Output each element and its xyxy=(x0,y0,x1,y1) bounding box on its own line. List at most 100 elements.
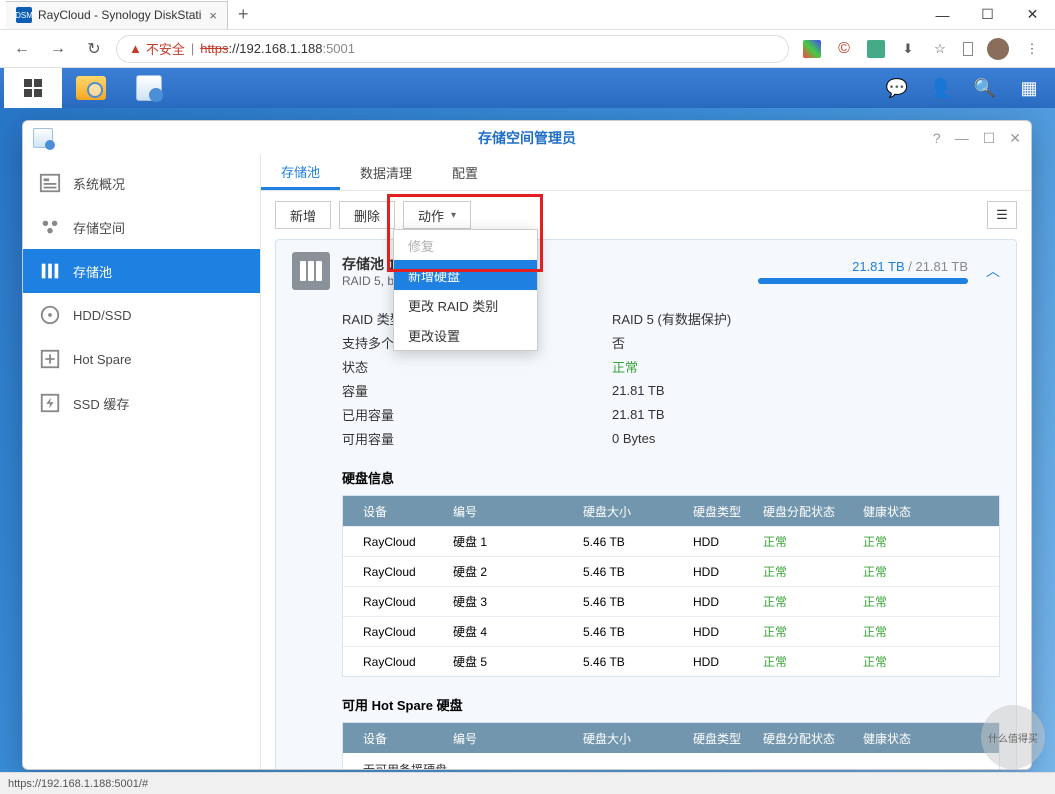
dsm-taskbar: 💬 👤 🔍 ▦ xyxy=(0,68,1055,108)
menu-item-add-disk[interactable]: 新增硬盘 xyxy=(394,260,537,290)
folder-icon xyxy=(76,76,106,100)
url-host: ://192.168.1.188 xyxy=(228,41,322,56)
tabs: 存储池 数据清理 配置 xyxy=(261,155,1031,191)
storage-manager-taskbar-button[interactable] xyxy=(120,68,178,108)
tab-pool[interactable]: 存储池 xyxy=(261,155,340,190)
app-titlebar[interactable]: 存储空间管理员 ? — ☐ ✕ xyxy=(23,121,1031,155)
cell-device: RayCloud xyxy=(343,535,453,549)
chat-icon[interactable]: 💬 xyxy=(875,68,919,108)
extension-icon-3[interactable] xyxy=(867,40,885,58)
info-row: 容量21.81 TB xyxy=(342,378,1000,402)
cell-type: HDD xyxy=(693,655,763,669)
info-value: 正常 xyxy=(612,357,638,376)
app-icon xyxy=(33,128,53,148)
col-header-alloc: 硬盘分配状态 xyxy=(763,730,863,747)
browser-status-bar: https://192.168.1.188:5001/# xyxy=(0,772,1055,794)
col-header-type: 硬盘类型 xyxy=(693,503,763,520)
url-port: :5001 xyxy=(322,41,355,56)
nav-back-button[interactable]: ← xyxy=(8,35,36,63)
pool-icon xyxy=(39,260,61,282)
info-label: 容量 xyxy=(342,381,612,400)
col-header-num: 编号 xyxy=(453,730,583,747)
overview-icon xyxy=(39,172,61,194)
tab-close-icon[interactable]: × xyxy=(209,8,217,23)
menu-icon[interactable]: ⋮ xyxy=(1023,40,1041,58)
table-row[interactable]: RayCloud 硬盘 1 5.46 TB HDD 正常 正常 xyxy=(343,526,999,556)
cell-num: 硬盘 4 xyxy=(453,623,583,640)
cell-num: 硬盘 5 xyxy=(453,653,583,670)
window-maximize-button[interactable]: ☐ xyxy=(965,1,1010,29)
cell-health: 正常 xyxy=(863,533,963,550)
table-row[interactable]: RayCloud 硬盘 4 5.46 TB HDD 正常 正常 xyxy=(343,616,999,646)
table-row[interactable]: RayCloud 硬盘 2 5.46 TB HDD 正常 正常 xyxy=(343,556,999,586)
disk-table: 设备 编号 硬盘大小 硬盘类型 硬盘分配状态 健康状态 RayCloud 硬盘 … xyxy=(342,495,1000,677)
menu-item-repair[interactable]: 修复 xyxy=(394,230,537,260)
profile-avatar-icon[interactable] xyxy=(987,38,1009,60)
sidebar-item-overview[interactable]: 系统概况 xyxy=(23,161,260,205)
volume-icon xyxy=(39,216,61,238)
hdd-icon xyxy=(39,304,61,326)
cell-size: 5.46 TB xyxy=(583,625,693,639)
info-label: 已用容量 xyxy=(342,405,612,424)
file-station-button[interactable] xyxy=(62,68,120,108)
browser-tab[interactable]: DSM RayCloud - Synology DiskStati × xyxy=(6,1,228,29)
cell-size: 5.46 TB xyxy=(583,535,693,549)
cell-size: 5.46 TB xyxy=(583,655,693,669)
info-row: 状态正常 xyxy=(342,354,1000,378)
app-help-button[interactable]: ? xyxy=(933,130,941,147)
url-input[interactable]: ▲不安全 | https ://192.168.1.188 :5001 xyxy=(116,35,789,63)
tab-favicon-icon: DSM xyxy=(16,7,32,23)
sidebar-item-hotspare[interactable]: Hot Spare xyxy=(23,337,260,381)
pool-usage-bar xyxy=(758,278,968,284)
window-close-button[interactable]: ✕ xyxy=(1010,1,1055,29)
new-tab-button[interactable]: + xyxy=(238,4,249,25)
sidebar-item-ssdcache[interactable]: SSD 缓存 xyxy=(23,381,260,425)
menu-item-change-raid[interactable]: 更改 RAID 类别 xyxy=(394,290,537,320)
col-header-alloc: 硬盘分配状态 xyxy=(763,503,863,520)
extension-icon-1[interactable] xyxy=(803,40,821,58)
add-button[interactable]: 新增 xyxy=(275,201,331,229)
widgets-icon[interactable]: ▦ xyxy=(1007,68,1051,108)
app-minimize-button[interactable]: — xyxy=(955,130,969,147)
tab-scrub[interactable]: 数据清理 xyxy=(340,155,432,190)
cell-health: 正常 xyxy=(863,653,963,670)
bookmark-icon[interactable] xyxy=(963,42,973,56)
action-dropdown-button[interactable]: 动作 xyxy=(403,201,471,229)
main-menu-button[interactable] xyxy=(4,68,62,108)
toolbar: 新增 删除 动作 ☰ 修复 新增硬盘 更改 RAID 类别 更改设置 xyxy=(261,191,1031,239)
favorite-icon[interactable]: ☆ xyxy=(931,40,949,58)
tab-title: RayCloud - Synology DiskStati xyxy=(38,8,201,22)
col-header-num: 编号 xyxy=(453,503,583,520)
col-header-health: 健康状态 xyxy=(863,730,963,747)
sidebar-label: SSD 缓存 xyxy=(73,394,129,413)
cell-device: RayCloud xyxy=(343,625,453,639)
sidebar: 系统概况 存储空间 存储池 HDD/SSD Hot Spare xyxy=(23,155,261,769)
menu-item-change-settings[interactable]: 更改设置 xyxy=(394,320,537,350)
app-close-button[interactable]: ✕ xyxy=(1009,130,1021,147)
table-row[interactable]: RayCloud 硬盘 3 5.46 TB HDD 正常 正常 xyxy=(343,586,999,616)
table-row[interactable]: RayCloud 硬盘 5 5.46 TB HDD 正常 正常 xyxy=(343,646,999,676)
user-icon[interactable]: 👤 xyxy=(919,68,963,108)
cell-type: HDD xyxy=(693,535,763,549)
filter-button[interactable]: ☰ xyxy=(987,201,1017,229)
sidebar-item-volume[interactable]: 存储空间 xyxy=(23,205,260,249)
info-value: 0 Bytes xyxy=(612,431,655,446)
cell-alloc: 正常 xyxy=(763,593,863,610)
download-icon[interactable]: ⬇ xyxy=(899,40,917,58)
search-icon[interactable]: 🔍 xyxy=(963,68,1007,108)
sidebar-item-pool[interactable]: 存储池 xyxy=(23,249,260,293)
nav-reload-button[interactable]: ↻ xyxy=(80,35,108,63)
info-value: 否 xyxy=(612,333,625,352)
insecure-icon: ▲ xyxy=(129,41,142,56)
tab-config[interactable]: 配置 xyxy=(432,155,498,190)
window-minimize-button[interactable]: — xyxy=(920,1,965,29)
delete-button[interactable]: 删除 xyxy=(339,201,395,229)
col-header-health: 健康状态 xyxy=(863,503,963,520)
nav-forward-button[interactable]: → xyxy=(44,35,72,63)
extension-icon-2[interactable]: © xyxy=(835,40,853,58)
app-maximize-button[interactable]: ☐ xyxy=(983,130,996,147)
cell-alloc: 正常 xyxy=(763,623,863,640)
collapse-icon[interactable]: ︿ xyxy=(986,261,1000,281)
hotspare-icon xyxy=(39,348,61,370)
sidebar-item-hdd[interactable]: HDD/SSD xyxy=(23,293,260,337)
